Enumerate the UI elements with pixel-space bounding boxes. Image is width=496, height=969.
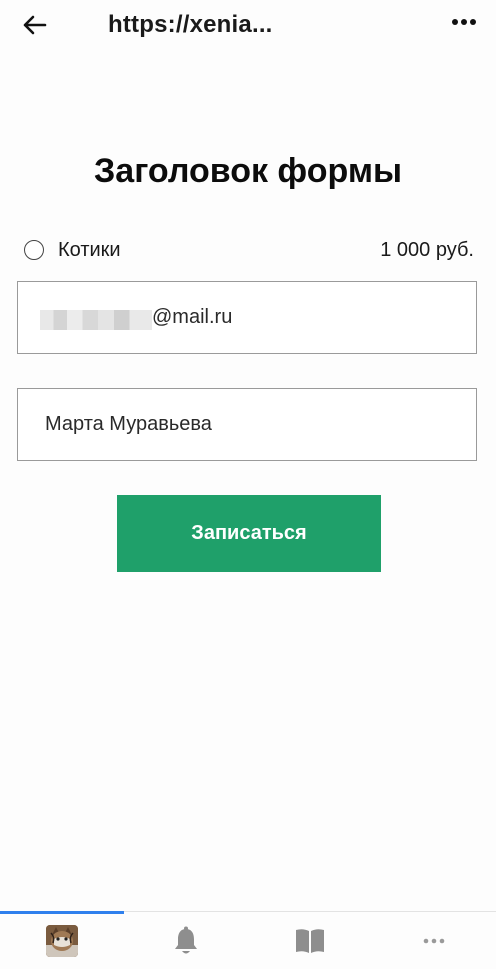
submit-button[interactable]: Записаться — [117, 495, 381, 572]
name-field[interactable]: Марта Муравьева — [17, 388, 477, 461]
form-title: Заголовок формы — [93, 152, 403, 190]
option-label: Котики — [58, 239, 121, 261]
nav-item-more[interactable] — [372, 912, 496, 969]
option-price: 1 000 руб. — [380, 239, 474, 261]
redacted-email-part — [40, 310, 152, 330]
nav-item-notifications[interactable] — [124, 912, 248, 969]
nav-item-library[interactable] — [248, 912, 372, 969]
arrow-left-icon — [23, 15, 47, 35]
book-icon — [296, 928, 324, 953]
option-radio[interactable] — [24, 240, 44, 260]
page-url[interactable]: https://xenia... — [108, 11, 273, 39]
bottom-nav — [0, 911, 496, 969]
name-value: Марта Муравьева — [45, 413, 212, 435]
nav-item-profile[interactable] — [0, 912, 124, 969]
more-horizontal-icon — [423, 938, 445, 943]
option-row[interactable]: Котики 1 000 руб. — [24, 236, 474, 266]
email-field[interactable]: @mail.ru — [17, 281, 477, 354]
more-horizontal-icon — [452, 19, 476, 25]
back-button[interactable] — [18, 8, 52, 42]
email-value-suffix: @mail.ru — [152, 306, 233, 328]
more-options-button[interactable] — [446, 8, 482, 36]
bell-icon — [175, 926, 197, 953]
top-bar: https://xenia... — [0, 0, 496, 52]
avatar — [46, 924, 78, 957]
